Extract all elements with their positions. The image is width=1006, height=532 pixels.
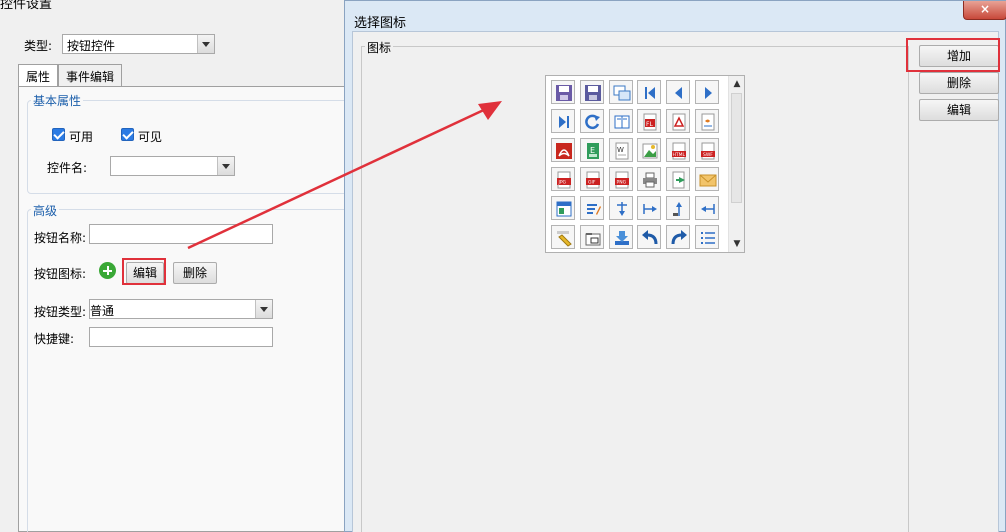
tab-properties[interactable]: 属性: [18, 64, 59, 87]
control-name-label: 控件名:: [47, 161, 88, 175]
book-icon[interactable]: [608, 109, 633, 133]
edit-list-icon[interactable]: [579, 196, 604, 220]
button-name-label: 按钮名称:: [34, 231, 87, 245]
svg-text:GIF: GIF: [588, 180, 596, 186]
button-type-value: 普通: [90, 304, 115, 318]
save-icon[interactable]: [551, 80, 575, 104]
tree-left-icon[interactable]: [695, 196, 719, 220]
settings-window-title: 控件设置: [0, 0, 53, 12]
basic-properties-group: [27, 100, 351, 194]
refresh-icon[interactable]: [579, 109, 604, 133]
first-page-icon[interactable]: [637, 80, 662, 104]
tab-properties-label: 属性: [26, 70, 51, 84]
svg-text:JPG: JPG: [558, 180, 567, 186]
pencil-icon[interactable]: [551, 225, 575, 249]
enabled-label: 可用: [69, 130, 94, 144]
button-name-input[interactable]: [89, 224, 273, 244]
svg-text:FL: FL: [646, 121, 653, 128]
delete-icon-button[interactable]: 删除: [173, 262, 217, 284]
svg-text:E: E: [590, 146, 595, 155]
scroll-down-icon[interactable]: ▼: [732, 239, 742, 249]
html-file-icon[interactable]: HTML: [666, 138, 691, 162]
mail-icon[interactable]: [695, 167, 719, 191]
type-select-value: 按钮控件: [67, 39, 116, 53]
dialog-title: 选择图标: [354, 16, 407, 31]
gif-file-icon[interactable]: GIF: [579, 167, 604, 191]
svg-text:PNG: PNG: [616, 180, 626, 186]
icon-fieldset-label: 图标: [365, 39, 394, 56]
tree-up-icon[interactable]: [666, 196, 691, 220]
visible-checkbox[interactable]: [121, 128, 134, 141]
save-as-icon[interactable]: [579, 80, 604, 104]
svg-text:SWF: SWF: [703, 152, 713, 158]
icon-grid-panel: FL E W HTML SWF JPG GIF PNG ▲ ▼: [545, 75, 745, 253]
excel-file-icon[interactable]: E: [579, 138, 604, 162]
advanced-group-title: 高级: [31, 202, 60, 219]
undo-icon[interactable]: [637, 225, 662, 249]
swf-file-icon[interactable]: SWF: [695, 138, 719, 162]
icon-fieldset: 图标 FL E W HTML SWF JPG GIF PNG ▲ ▼: [361, 39, 909, 532]
close-icon[interactable]: ×: [963, 1, 1006, 20]
layout-icon[interactable]: [551, 196, 575, 220]
prev-page-icon[interactable]: [666, 80, 691, 104]
redo-icon[interactable]: [666, 225, 691, 249]
advanced-group: [27, 209, 351, 532]
word-file-icon[interactable]: W: [608, 138, 633, 162]
control-name-select[interactable]: [110, 156, 235, 176]
chevron-down-icon[interactable]: [217, 157, 234, 175]
png-file-icon[interactable]: PNG: [608, 167, 633, 191]
last-page-icon[interactable]: [551, 109, 575, 133]
tab-event-edit-label: 事件编辑: [66, 70, 115, 84]
dialog-body: 图标 FL E W HTML SWF JPG GIF PNG ▲ ▼ 增加 删除 编辑: [352, 31, 1000, 532]
chevron-down-icon[interactable]: [197, 35, 214, 53]
enabled-checkbox[interactable]: [52, 128, 65, 141]
delete-button[interactable]: 删除: [919, 72, 999, 94]
list-icon[interactable]: [695, 225, 719, 249]
add-icon[interactable]: [99, 262, 116, 279]
acrobat-icon[interactable]: [551, 138, 575, 162]
next-page-icon[interactable]: [695, 80, 719, 104]
export-icon[interactable]: [666, 167, 691, 191]
flash-file-icon[interactable]: FL: [637, 109, 662, 133]
copy-window-icon[interactable]: [608, 80, 633, 104]
vertical-scrollbar[interactable]: ▲ ▼: [728, 76, 744, 252]
highlight-box-edit: [122, 258, 166, 285]
type-select[interactable]: 按钮控件: [62, 34, 215, 54]
button-type-select[interactable]: 普通: [89, 299, 273, 319]
tab-event-edit[interactable]: 事件编辑: [58, 64, 123, 86]
type-label: 类型:: [24, 39, 53, 53]
download-icon[interactable]: [608, 225, 633, 249]
control-settings-panel: 控件设置 类型: 按钮控件 属性 事件编辑 基本属性 可用 可见 控件名: 高级…: [0, 0, 351, 532]
folder-add-icon[interactable]: [579, 225, 604, 249]
svg-text:HTML: HTML: [673, 152, 686, 158]
java-file-icon[interactable]: [695, 109, 719, 133]
tree-down-icon[interactable]: [608, 196, 633, 220]
button-type-label: 按钮类型:: [34, 305, 87, 319]
shortcut-input[interactable]: [89, 327, 273, 347]
scrollbar-thumb[interactable]: [731, 93, 742, 203]
properties-tab-body: 基本属性 可用 可见 控件名: 高级 按钮名称: 按钮图标: 编辑 删除 按钮类…: [18, 86, 351, 532]
select-icon-dialog: 选择图标 × 图标 FL E W HTML SWF JPG GIF PNG ▲ ▼ 增加 删除…: [344, 0, 1006, 532]
scroll-up-icon[interactable]: ▲: [732, 79, 742, 89]
print-icon[interactable]: [637, 167, 662, 191]
button-icon-label: 按钮图标:: [34, 267, 87, 281]
jpg-file-icon[interactable]: JPG: [551, 167, 575, 191]
highlight-box-add: [906, 38, 1000, 72]
shortcut-label: 快捷键:: [34, 332, 75, 346]
image-file-icon[interactable]: [637, 138, 662, 162]
chevron-down-icon[interactable]: [255, 300, 272, 318]
tree-right-icon[interactable]: [637, 196, 662, 220]
pdf-file-icon[interactable]: [666, 109, 691, 133]
basic-group-title: 基本属性: [31, 92, 84, 109]
edit-button[interactable]: 编辑: [919, 99, 999, 121]
dialog-titlebar[interactable]: 选择图标 ×: [345, 1, 1006, 31]
visible-label: 可见: [138, 130, 163, 144]
svg-text:W: W: [617, 146, 624, 154]
